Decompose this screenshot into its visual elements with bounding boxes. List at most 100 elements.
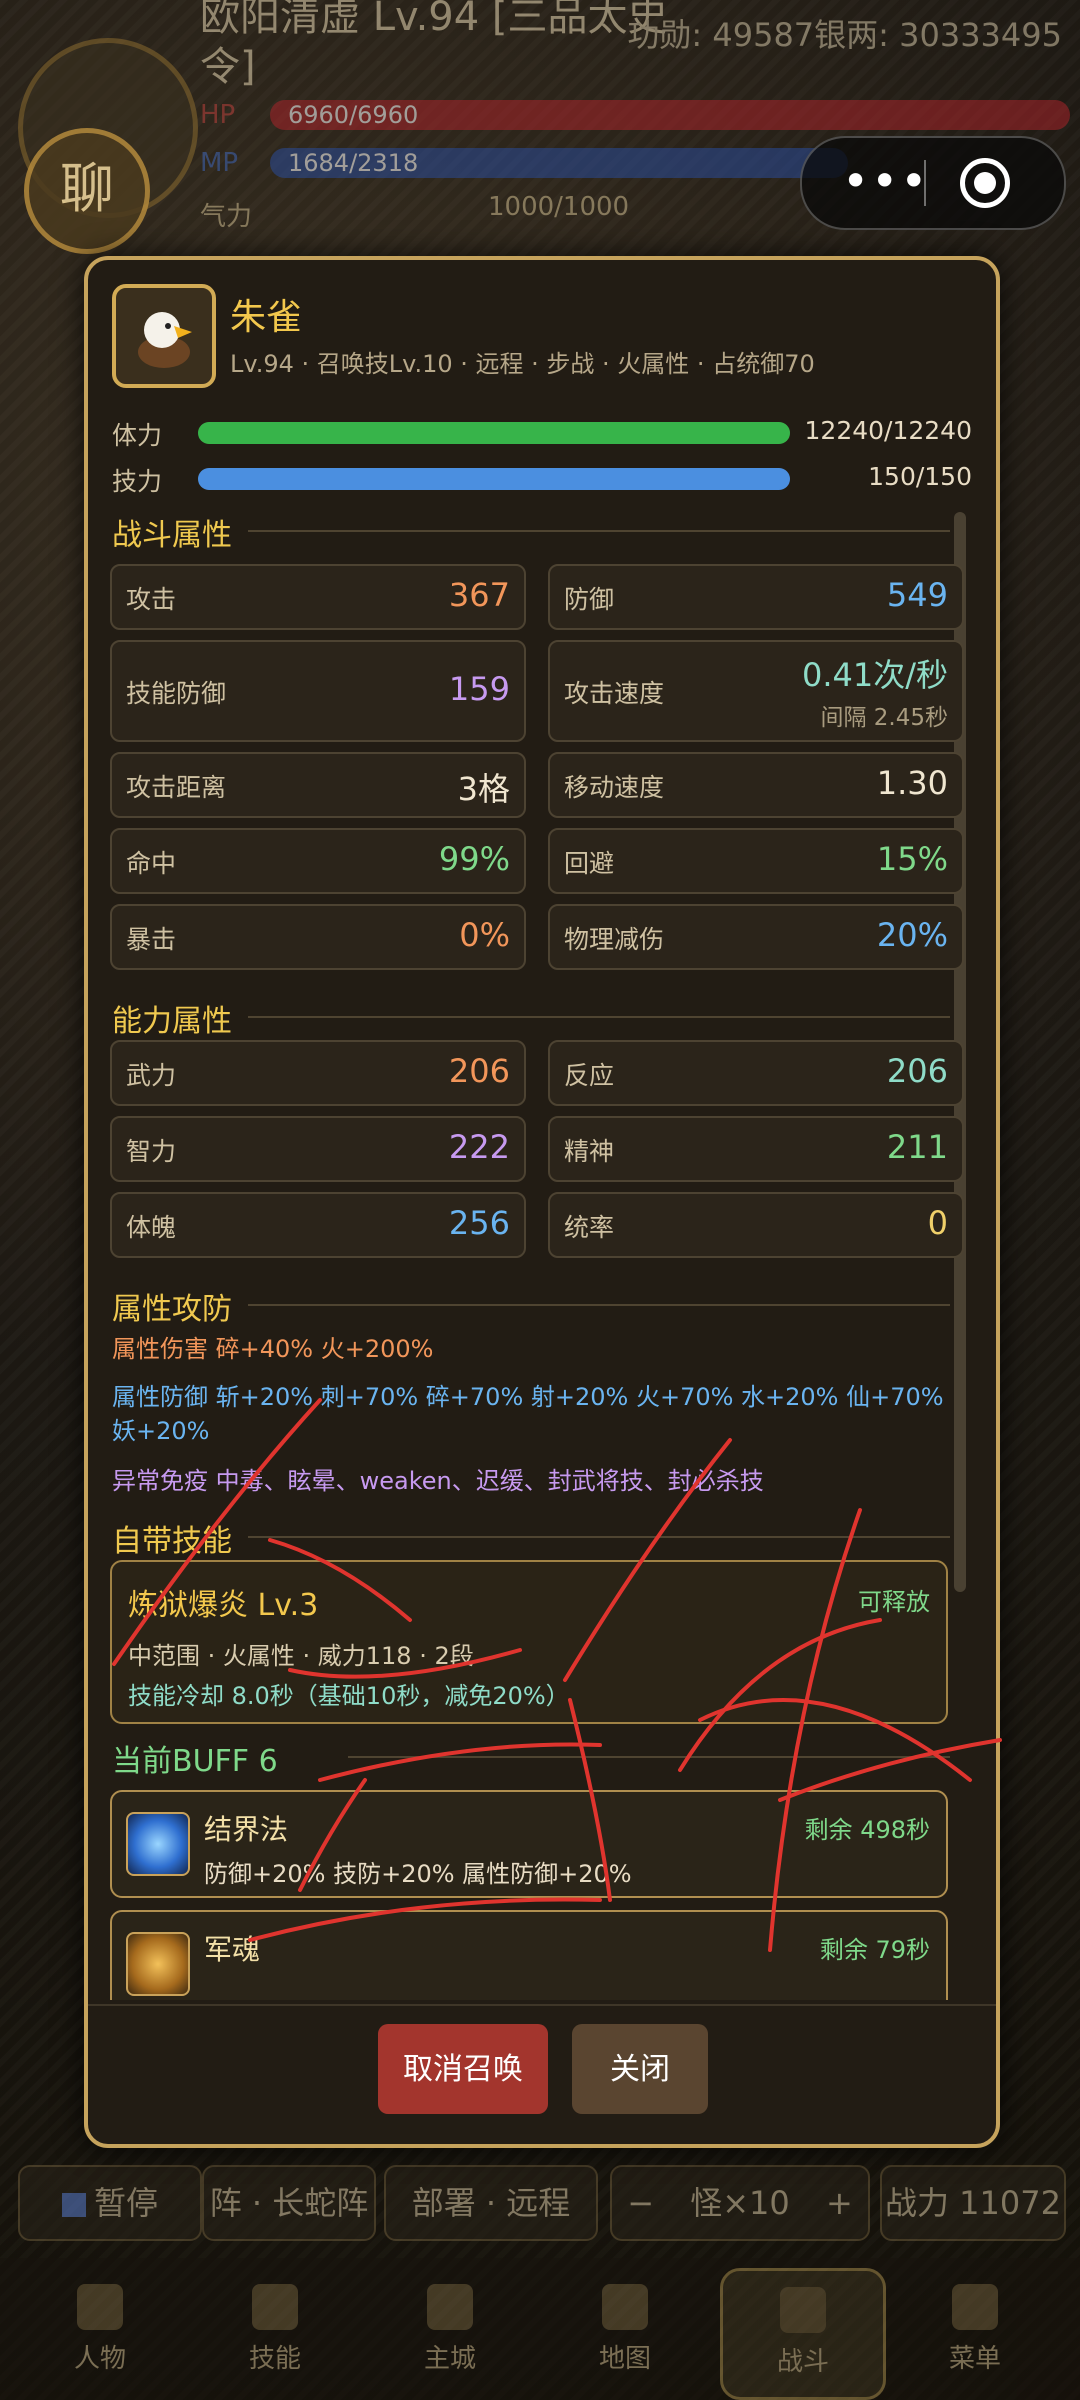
stat-reaction: 反应 206 [548,1040,964,1106]
pause-button[interactable]: 暂停 [18,2165,202,2241]
detail-scroll-area[interactable]: 战斗属性 攻击 367 防御 549 技能防御 159 攻击速度 0.41次/秒 间隔 2… [88,500,996,2000]
skillpower-bar [198,468,790,490]
qi-value: 1000/1000 [488,192,630,222]
element-section-title: 属性攻防 [112,1292,232,1327]
nav-label: 战斗 [776,2347,829,2377]
monster-count: 怪×10 [690,2184,790,2222]
formation-button[interactable]: 阵 · 长蛇阵 [202,2165,376,2241]
monster-count-stepper[interactable]: − 怪×10 + [610,2165,870,2241]
pause-icon [61,2193,86,2217]
section-divider [348,1756,950,1758]
mp-label: MP [200,148,239,178]
stamina-label: 体力 [112,421,163,450]
nav-map[interactable]: 地图 [545,2268,705,2394]
stat-strength: 武力 206 [110,1040,526,1106]
stat-leadership: 统率 0 [548,1192,964,1258]
chat-button[interactable]: 聊 [24,128,150,254]
ability-section-title: 能力属性 [112,1004,232,1039]
nav-city[interactable]: 主城 [370,2268,530,2394]
nav-label: 人物 [73,2344,126,2374]
miniprogram-capsule[interactable]: ••• [800,136,1066,230]
skill-name: 炼狱爆炎 Lv.3 [128,1588,319,1623]
section-divider [248,1536,950,1538]
stat-attack-speed: 攻击速度 0.41次/秒 间隔 2.45秒 [548,640,964,742]
cancel-summon-button[interactable]: 取消召唤 [378,2024,548,2114]
character-icon [77,2284,123,2330]
scroll-icon [252,2284,298,2330]
skill-cooldown: 技能冷却 8.0秒（基础10秒，减免20%） [128,1682,570,1710]
stat-move-speed: 移动速度 1.30 [548,752,964,818]
skillpower-label: 技力 [112,467,163,496]
stat-physique: 体魄 256 [110,1192,526,1258]
buff-card[interactable]: 军魂 剩余 79秒 [110,1910,948,2000]
stamina-bar [198,422,790,444]
barrier-buff-icon [126,1812,190,1876]
player-name: 欧阳清虚 Lv.94 [三品太史令] [200,0,668,90]
stat-spirit: 精神 211 [548,1116,964,1182]
stamina-value: 12240/12240 [804,416,972,445]
bottom-nav: 人物 技能 主城 地图 战斗 菜单 [0,2258,1080,2400]
nav-menu[interactable]: 菜单 [895,2268,1055,2394]
pet-portrait [112,284,216,388]
hp-label: HP [200,100,236,130]
mp-bar: 1684/2318 [270,148,848,178]
footer-divider [88,2004,996,2006]
summon-detail-dialog: 朱雀 Lv.94 · 召唤技Lv.10 · 远程 · 步战 · 火属性 · 占统… [84,256,1000,2148]
crossed-swords-icon [780,2287,826,2333]
buff-card[interactable]: 结界法 剩余 498秒 防御+20% 技防+20% 属性防御+20% [110,1790,948,1898]
stat-crit: 暴击 0% [110,904,526,970]
army-soul-buff-icon [126,1932,190,1996]
stat-attack: 攻击 367 [110,564,526,630]
nav-battle[interactable]: 战斗 [720,2268,886,2400]
section-divider [248,1304,950,1306]
section-divider [248,1016,950,1018]
close-miniprogram-icon[interactable] [960,158,1010,208]
buff-section-title: 当前BUFF 6 [112,1744,278,1779]
pet-name: 朱雀 [230,297,303,338]
combat-power: 战力 11072 [880,2165,1066,2241]
eagle-icon [138,312,192,368]
stat-attack-range: 攻击距离 3格 [110,752,526,818]
pause-label: 暂停 [93,2184,158,2222]
combat-section-title: 战斗属性 [112,518,232,553]
stat-phys-reduction: 物理减伤 20% [548,904,964,970]
stamina-bar-fill [198,422,790,444]
increase-button[interactable]: + [826,2184,853,2222]
buff-name: 军魂 [204,1933,261,1966]
skill-card[interactable]: 炼狱爆炎 Lv.3 可释放 中范围 · 火属性 · 威力118 · 2段 技能冷… [110,1560,948,1724]
battle-control-bar: 暂停 阵 · 长蛇阵 部署 · 远程 − 怪×10 + 战力 11072 [18,2165,1066,2241]
more-icon[interactable]: ••• [842,158,929,204]
close-button[interactable]: 关闭 [572,2024,708,2114]
menu-icon [952,2284,998,2330]
capsule-divider [924,160,926,206]
buff-remaining: 剩余 498秒 [804,1816,930,1844]
deploy-button[interactable]: 部署 · 远程 [384,2165,598,2241]
element-defense: 属性防御 斩+20% 刺+70% 碎+70% 射+20% 火+70% 水+20%… [112,1383,944,1445]
nav-skills[interactable]: 技能 [195,2268,355,2394]
nav-label: 技能 [248,2344,301,2374]
nav-label: 菜单 [948,2344,1001,2374]
stat-defense: 防御 549 [548,564,964,630]
map-icon [602,2284,648,2330]
skill-desc: 中范围 · 火属性 · 威力118 · 2段 [128,1642,474,1670]
stat-evasion: 回避 15% [548,828,964,894]
status-immunity: 异常免疫 中毒、眩晕、weaken、迟缓、封武将技、封必杀技 [112,1467,764,1495]
buff-effect: 防御+20% 技防+20% 属性防御+20% [204,1860,632,1888]
pet-subtitle: Lv.94 · 召唤技Lv.10 · 远程 · 步战 · 火属性 · 占统御70 [230,350,815,378]
stat-intelligence: 智力 222 [110,1116,526,1182]
pagoda-icon [427,2284,473,2330]
merit-silver-readout: 功勋: 49587银两: 30333495 [627,16,1062,54]
skillpower-value: 150/150 [868,462,972,491]
stat-hit: 命中 99% [110,828,526,894]
section-divider [248,530,950,532]
skillpower-bar-fill [198,468,790,490]
buff-remaining: 剩余 79秒 [819,1936,930,1964]
qi-label: 气力 [200,202,253,232]
skill-section-title: 自带技能 [112,1524,232,1559]
decrease-button[interactable]: − [627,2184,654,2222]
nav-character[interactable]: 人物 [20,2268,180,2394]
buff-name: 结界法 [204,1813,289,1846]
stat-skill-defense: 技能防御 159 [110,640,526,742]
nav-label: 地图 [598,2344,651,2374]
element-damage: 属性伤害 碎+40% 火+200% [112,1335,434,1363]
